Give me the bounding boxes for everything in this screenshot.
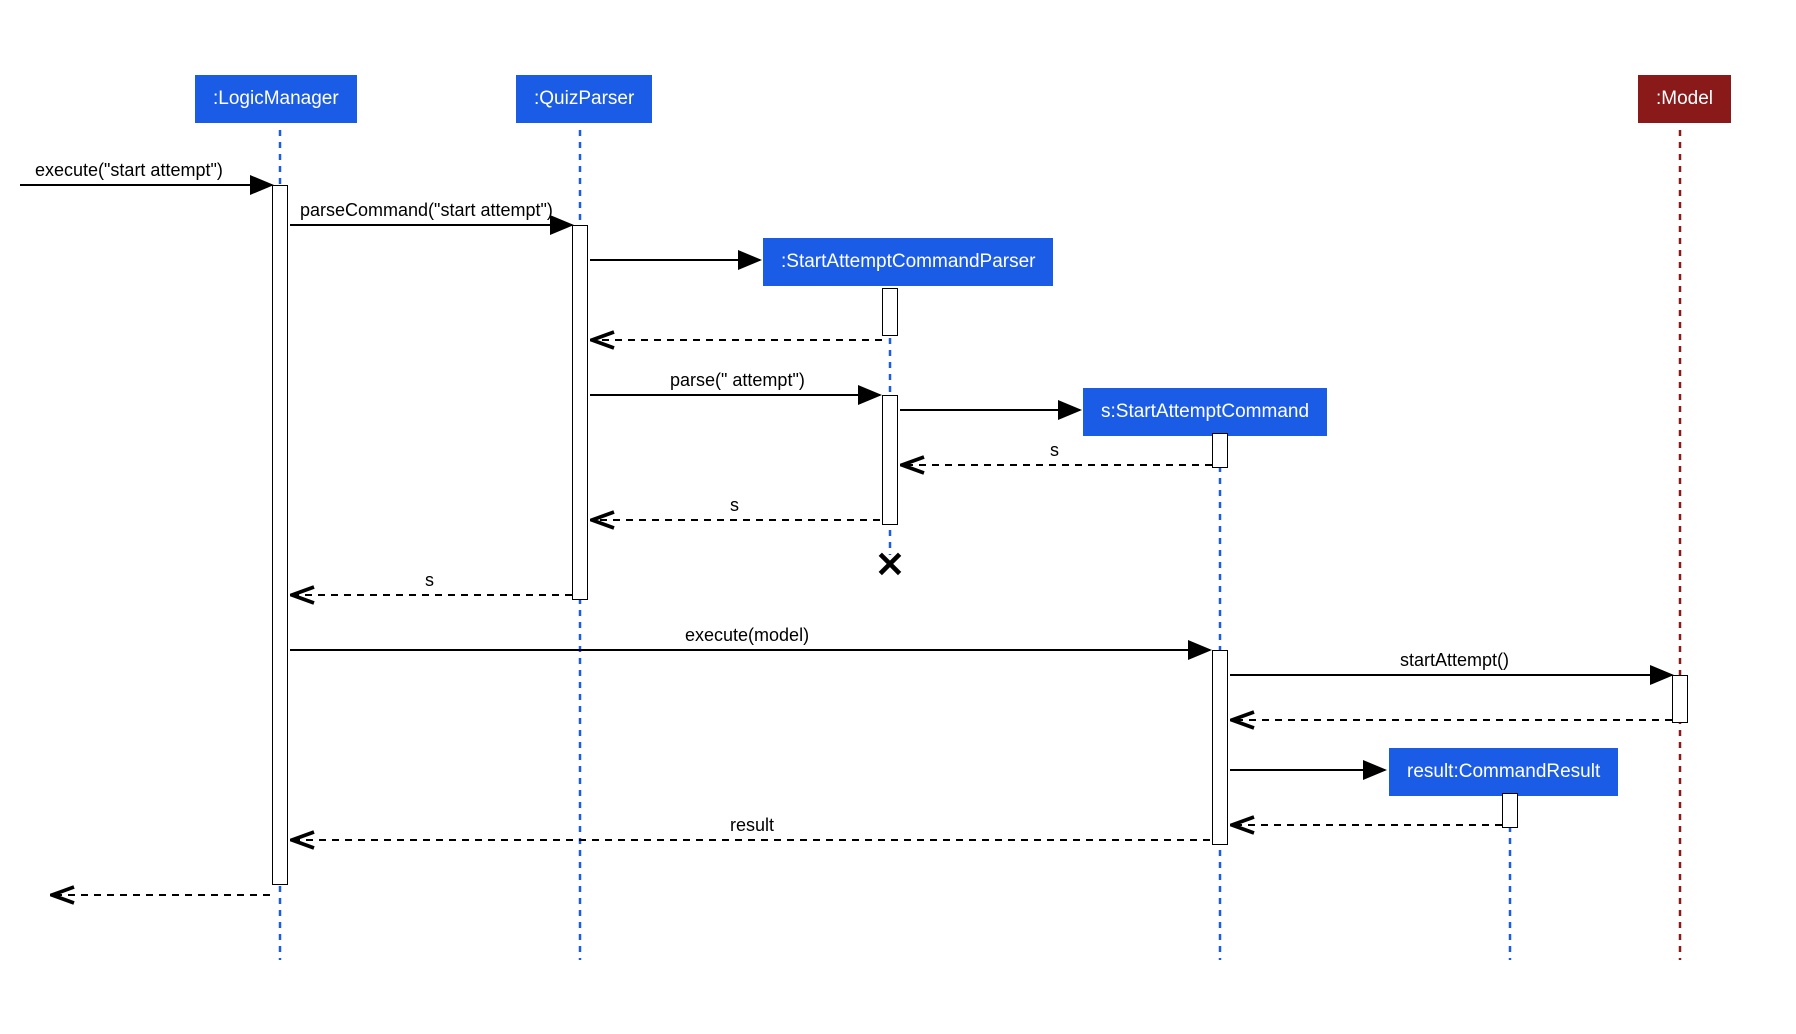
msg-s-return-2: s bbox=[730, 495, 739, 516]
activation-start-attempt-parser-2 bbox=[882, 395, 898, 525]
destroy-x-icon: ✕ bbox=[875, 544, 905, 586]
msg-parse-command: parseCommand("start attempt") bbox=[300, 200, 553, 221]
participant-label: s:StartAttemptCommand bbox=[1101, 401, 1309, 422]
participant-label: :StartAttemptCommandParser bbox=[781, 251, 1035, 272]
participant-label: :QuizParser bbox=[534, 88, 634, 109]
msg-s-return-1: s bbox=[1050, 440, 1059, 461]
participant-model: :Model bbox=[1638, 75, 1731, 123]
msg-execute-model: execute(model) bbox=[685, 625, 809, 646]
participant-quiz-parser: :QuizParser bbox=[516, 75, 652, 123]
participant-label: :Model bbox=[1656, 88, 1713, 109]
msg-start-attempt: startAttempt() bbox=[1400, 650, 1509, 671]
activation-start-attempt-command-2 bbox=[1212, 650, 1228, 845]
activation-logic-manager bbox=[272, 185, 288, 885]
activation-quiz-parser bbox=[572, 225, 588, 600]
msg-s-return-3: s bbox=[425, 570, 434, 591]
activation-model bbox=[1672, 675, 1688, 723]
activation-command-result bbox=[1502, 793, 1518, 828]
participant-logic-manager: :LogicManager bbox=[195, 75, 357, 123]
activation-start-attempt-parser-1 bbox=[882, 288, 898, 336]
diagram-svg bbox=[0, 0, 1796, 1034]
activation-start-attempt-command-1 bbox=[1212, 433, 1228, 468]
participant-start-attempt-parser: :StartAttemptCommandParser bbox=[763, 238, 1053, 286]
participant-command-result: result:CommandResult bbox=[1389, 748, 1618, 796]
msg-parse-attempt: parse(" attempt") bbox=[670, 370, 805, 391]
msg-result: result bbox=[730, 815, 774, 836]
participant-label: result:CommandResult bbox=[1407, 761, 1600, 782]
sequence-diagram: :LogicManager :QuizParser :StartAttemptC… bbox=[0, 0, 1796, 1034]
participant-start-attempt-command: s:StartAttemptCommand bbox=[1083, 388, 1327, 436]
msg-execute-start: execute("start attempt") bbox=[35, 160, 223, 181]
participant-label: :LogicManager bbox=[213, 88, 339, 109]
